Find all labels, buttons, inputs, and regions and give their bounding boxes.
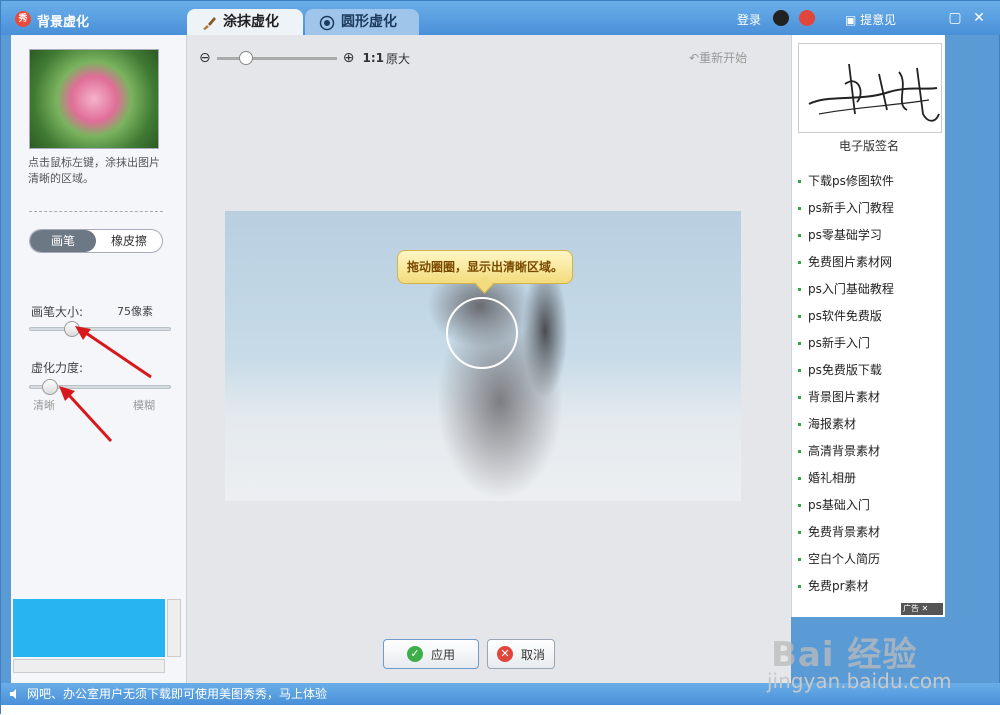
app-logo-icon: 秀	[15, 11, 31, 27]
feedback-label: 提意见	[860, 13, 897, 27]
vertical-scrollbar[interactable]	[167, 599, 181, 657]
zoom-slider-handle[interactable]	[238, 50, 253, 65]
chat-bubble-icon: ▣	[845, 13, 861, 27]
ad-link-item[interactable]: 背景图片素材	[798, 387, 944, 414]
ad-tag[interactable]: 广告 ✕	[901, 603, 943, 615]
weibo-icon[interactable]	[799, 10, 815, 26]
focus-circle-handle[interactable]	[446, 297, 518, 369]
brush-size-label: 画笔大小:	[31, 305, 84, 319]
signature-caption[interactable]: 电子版签名	[792, 137, 945, 154]
baidu-watermark-url: jingyan.baidu.com	[767, 669, 952, 693]
divider	[29, 211, 163, 212]
tab-circle-blur[interactable]: 圆形虚化	[305, 9, 419, 35]
brush-icon	[201, 14, 217, 30]
status-text[interactable]: 网吧、办公室用户无须下载即可使用美图秀秀，马上体验	[27, 687, 327, 701]
right-ad-panel: 电子版签名 下载ps修图软件 ps新手入门教程 ps零基础学习 免费图片素材网 ps入门…	[791, 35, 945, 617]
ad-link-item[interactable]: ps零基础学习	[798, 225, 944, 252]
signature-ad-image[interactable]	[798, 43, 942, 133]
restart-button[interactable]: ↶重新开始	[689, 49, 747, 66]
tab-circle-blur-label: 圆形虚化	[341, 14, 397, 30]
feedback-link[interactable]: ▣ 提意见	[845, 11, 896, 28]
ad-link-item[interactable]: 免费图片素材网	[798, 252, 944, 279]
cancel-x-icon: ✕	[496, 646, 513, 662]
signature-scribble	[808, 63, 940, 122]
maximize-icon[interactable]: ▢	[947, 10, 963, 26]
zoom-slider[interactable]	[216, 50, 337, 65]
speaker-icon	[10, 689, 16, 699]
undo-arrow-icon: ↶	[689, 51, 700, 65]
ad-link-item[interactable]: ps新手入门教程	[798, 198, 944, 225]
check-icon: ✓	[406, 646, 423, 662]
brush-mode-button[interactable]: 画笔	[30, 230, 96, 252]
cancel-button[interactable]: ✕ 取消	[487, 639, 555, 669]
original-size-label[interactable]: 原大	[386, 50, 410, 67]
ad-link-item[interactable]: 空白个人简历	[798, 549, 944, 576]
tab-smear-blur-label: 涂抹虚化	[223, 14, 279, 30]
mode-toggle: 画笔 橡皮擦	[29, 229, 163, 253]
window-frame-right	[945, 35, 991, 683]
horizontal-scrollbar[interactable]	[13, 659, 165, 673]
ad-link-item[interactable]: 免费pr素材	[798, 576, 944, 603]
color-preview	[13, 599, 165, 657]
red-arrow-annotation	[75, 326, 152, 379]
ad-tag-label: 广告	[903, 604, 919, 613]
tab-smear-blur[interactable]: 涂抹虚化	[187, 9, 303, 35]
brush-size-value: 75像素	[117, 305, 153, 318]
drag-tooltip: 拖动圈圈，显示出清晰区域。	[397, 250, 573, 284]
eraser-mode-button[interactable]: 橡皮擦	[96, 230, 162, 252]
zoom-ratio[interactable]: 1:1	[362, 51, 384, 65]
ad-link-item[interactable]: ps免费版下载	[798, 360, 944, 387]
apply-button[interactable]: ✓ 应用	[383, 639, 479, 669]
blur-min-label: 清晰	[33, 399, 55, 412]
zoom-out-icon[interactable]: ⊖	[199, 50, 211, 66]
red-arrow-annotation-2	[59, 386, 113, 443]
ad-link-list: 下载ps修图软件 ps新手入门教程 ps零基础学习 免费图片素材网 ps入门基础教程 ps…	[798, 171, 944, 603]
app-title: 背景虚化	[37, 15, 90, 30]
apply-label: 应用	[430, 647, 455, 662]
title-bar: 秀 背景虚化 涂抹虚化 圆形虚化 登录 ▣ 提意见 ▢ ✕	[1, 1, 1000, 35]
restart-label: 重新开始	[699, 51, 748, 65]
ad-link-item[interactable]: ps新手入门	[798, 333, 944, 360]
qq-penguin-icon[interactable]	[773, 10, 789, 26]
close-icon[interactable]: ✕	[971, 10, 987, 26]
hint-text: 点击鼠标左键，涂抹出图片清晰的区域。	[28, 156, 160, 185]
left-panel: 点击鼠标左键，涂抹出图片清晰的区域。 画笔 橡皮擦 画笔大小: 75像素 虚化力…	[11, 35, 187, 683]
canvas-area: ⊖ ⊕ 1:1 原大 ↶重新开始 拖动圈圈，显示出清晰区域。 ✓ 应用 ✕ 取消	[187, 35, 791, 683]
ad-link-item[interactable]: 婚礼相册	[798, 468, 944, 495]
ad-link-item[interactable]: ps基础入门	[798, 495, 944, 522]
zoom-bar: ⊖ ⊕ 1:1 原大	[199, 49, 410, 67]
ad-link-item[interactable]: ps软件免费版	[798, 306, 944, 333]
ad-link-item[interactable]: 高清背景素材	[798, 441, 944, 468]
app-window: 秀 背景虚化 涂抹虚化 圆形虚化 登录 ▣ 提意见 ▢ ✕ 点击鼠标左键，涂抹出…	[0, 0, 1000, 715]
target-circle-icon	[319, 14, 335, 31]
ad-link-item[interactable]: 海报素材	[798, 414, 944, 441]
cancel-label: 取消	[520, 647, 545, 662]
thumbnail-image	[29, 49, 159, 149]
ad-link-item[interactable]: 下载ps修图软件	[798, 171, 944, 198]
login-link[interactable]: 登录	[737, 11, 761, 28]
blur-max-label: 模糊	[133, 399, 155, 412]
ad-link-item[interactable]: 免费背景素材	[798, 522, 944, 549]
zoom-in-icon[interactable]: ⊕	[343, 50, 355, 66]
ad-link-item[interactable]: ps入门基础教程	[798, 279, 944, 306]
